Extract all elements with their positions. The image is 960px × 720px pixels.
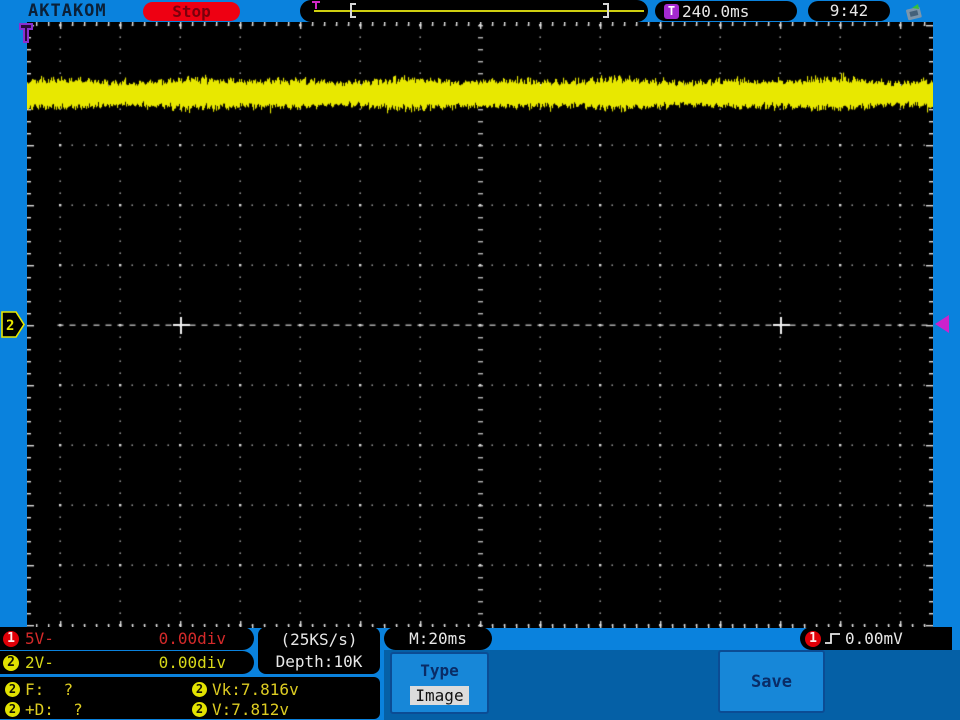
measurements-panel: 2 F: ? 2 Vk:7.816v 2 +D: ? 2 V:7.812v bbox=[0, 677, 380, 719]
acquisition-state-badge: Stop bbox=[143, 2, 240, 21]
ch2-badge: 2 bbox=[5, 682, 20, 697]
rising-edge-icon bbox=[825, 633, 840, 644]
timebase-readout: M:20ms bbox=[384, 627, 492, 650]
trigger-delay-readout: T 240.0ms bbox=[655, 1, 797, 21]
measurement-vk: 2 Vk:7.816v bbox=[192, 680, 299, 699]
ch2-badge: 2 bbox=[5, 702, 20, 717]
memory-window-bar bbox=[300, 0, 648, 22]
ch2-offset: 0.00div bbox=[158, 653, 226, 672]
window-right-bracket-icon bbox=[603, 3, 609, 18]
trigger-level-value: 0.00mV bbox=[845, 629, 903, 648]
trigger-position-marker-icon bbox=[19, 23, 33, 43]
ch2-badge: 2 bbox=[3, 654, 19, 671]
usb-storage-icon bbox=[906, 4, 922, 21]
type-button-label: Type bbox=[420, 660, 459, 680]
scope-display bbox=[27, 22, 933, 628]
ch1-scale: 5V- bbox=[25, 629, 54, 648]
memory-depth: Depth:10K bbox=[275, 652, 363, 671]
brand-logo: AKTAKOM bbox=[28, 1, 107, 21]
waveform-canvas bbox=[27, 22, 933, 628]
trigger-source-badge: 1 bbox=[805, 630, 821, 647]
trigger-position-t-icon bbox=[312, 1, 320, 9]
ch1-offset: 0.00div bbox=[158, 629, 226, 648]
ch1-status: 1 5V- 0.00div bbox=[0, 627, 254, 650]
measurement-v: 2 V:7.812v bbox=[192, 700, 289, 719]
measurement-duty: 2 +D: ? bbox=[5, 700, 83, 719]
sample-rate: (25KS/s) bbox=[280, 630, 358, 649]
memory-window-line bbox=[314, 10, 644, 12]
measurement-frequency: 2 F: ? bbox=[5, 680, 73, 699]
svg-text:2: 2 bbox=[6, 318, 14, 334]
ch2-scale: 2V- bbox=[25, 653, 54, 672]
ch1-badge: 1 bbox=[3, 630, 19, 647]
measurement-text: Vk:7.816v bbox=[212, 680, 299, 699]
ch2-status: 2 2V- 0.00div bbox=[0, 651, 254, 674]
ch2-badge: 2 bbox=[192, 702, 207, 717]
trigger-level-arrow-icon bbox=[935, 315, 949, 333]
ch2-badge: 2 bbox=[192, 682, 207, 697]
type-button[interactable]: Type Image bbox=[390, 652, 489, 714]
save-button[interactable]: Save bbox=[718, 650, 825, 713]
trigger-delay-value: 240.0ms bbox=[682, 1, 750, 21]
window-left-bracket-icon bbox=[350, 3, 356, 18]
measurement-text: F: ? bbox=[25, 680, 74, 699]
soft-menu-panel: Type Image Save bbox=[384, 650, 960, 720]
trigger-readout: 1 0.00mV bbox=[800, 627, 952, 650]
type-selected-value[interactable]: Image bbox=[410, 686, 469, 706]
measurement-text: +D: ? bbox=[25, 700, 83, 719]
channel2-ground-marker: 2 bbox=[1, 311, 25, 338]
measurement-text: V:7.812v bbox=[212, 700, 290, 719]
trigger-t-icon: T bbox=[664, 3, 679, 19]
clock: 9:42 bbox=[808, 1, 890, 21]
acquisition-info: (25KS/s) Depth:10K bbox=[258, 627, 380, 674]
